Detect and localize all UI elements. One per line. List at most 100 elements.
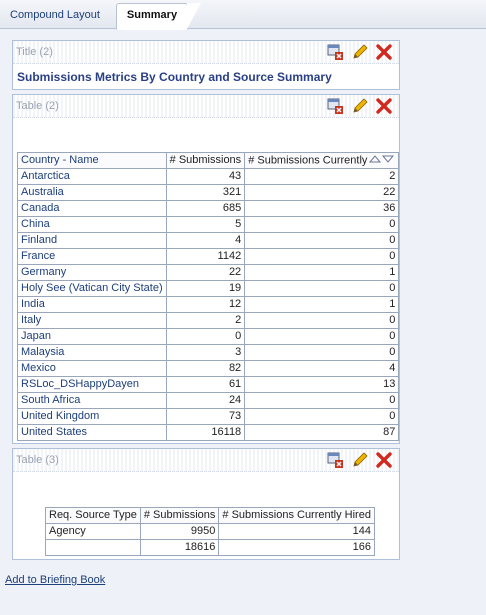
table2-panel-header: Table (2) [13, 95, 399, 118]
submissions-cell: 0 [165, 328, 246, 346]
country-table: Country - Name # Submissions # Submissio… [17, 151, 400, 442]
currently-hired-cell: 1 [244, 296, 400, 314]
delete-x-icon[interactable] [375, 97, 393, 115]
country-name-cell[interactable]: United Kingdom [17, 408, 167, 426]
column-header-submissions[interactable]: # Submissions [165, 151, 246, 170]
submissions-cell: 3 [165, 344, 246, 362]
title-panel-header: Title (2) [13, 41, 399, 64]
column-header-currently-hired[interactable]: # Submissions Currently Hired [218, 507, 375, 524]
table2-panel-label: Table (2) [16, 100, 59, 112]
table-row: 18616 166 [45, 539, 375, 556]
tab-bar: Compound Layout Summary [0, 0, 486, 30]
country-name-cell[interactable]: Malaysia [17, 344, 167, 362]
column-header-label: # Submissions Currently [248, 154, 368, 167]
source-type-cell: Agency [45, 523, 141, 540]
properties-icon[interactable] [327, 451, 345, 469]
submissions-cell: 5 [165, 216, 246, 234]
column-header-country[interactable]: Country - Name [17, 151, 167, 170]
country-name-cell[interactable]: Antarctica [17, 168, 167, 186]
table3-panel-label: Table (3) [16, 454, 59, 466]
properties-icon[interactable] [327, 97, 345, 115]
title-panel-label: Title (2) [16, 46, 53, 58]
country-name-cell[interactable]: Holy See (Vatican City State) [17, 280, 167, 298]
table-row: United Kingdom 73 0 [17, 408, 400, 426]
currently-hired-cell: 0 [244, 280, 400, 298]
currently-hired-cell: 166 [218, 539, 375, 556]
currently-hired-cell: 144 [218, 523, 375, 540]
table3-panel: Table (3) Req. Source Type # Submissions… [12, 448, 400, 560]
table3-panel-header: Table (3) [13, 449, 399, 472]
currently-hired-cell: 36 [244, 200, 400, 218]
currently-hired-cell: 87 [244, 424, 400, 442]
submissions-cell: 4 [165, 232, 246, 250]
currently-hired-cell: 0 [244, 392, 400, 410]
table-row: RSLoc_DSHappyDayen 61 13 [17, 376, 400, 394]
table-row: France 1142 0 [17, 248, 400, 266]
submissions-cell: 321 [165, 184, 246, 202]
country-name-cell[interactable]: Finland [17, 232, 167, 250]
table2-panel: Table (2) Country - Name # Submissions #… [12, 94, 400, 444]
table-row: Germany 22 1 [17, 264, 400, 282]
table-row: China 5 0 [17, 216, 400, 234]
currently-hired-cell: 0 [244, 248, 400, 266]
submissions-cell: 22 [165, 264, 246, 282]
table-row: Holy See (Vatican City State) 19 0 [17, 280, 400, 298]
currently-hired-cell: 0 [244, 312, 400, 330]
table-row: Japan 0 0 [17, 328, 400, 346]
country-name-cell[interactable]: India [17, 296, 167, 314]
column-header-submissions-currently[interactable]: # Submissions Currently [244, 151, 400, 170]
table-row: United States 16118 87 [17, 424, 400, 442]
country-name-cell[interactable]: Australia [17, 184, 167, 202]
country-name-cell[interactable]: France [17, 248, 167, 266]
country-name-cell[interactable]: South Africa [17, 392, 167, 410]
table-row: Canada 685 36 [17, 200, 400, 218]
tab-summary[interactable]: Summary [116, 3, 201, 30]
currently-hired-cell: 0 [244, 408, 400, 426]
currently-hired-cell: 0 [244, 232, 400, 250]
edit-pencil-icon[interactable] [351, 451, 369, 469]
currently-hired-cell: 0 [244, 216, 400, 234]
submissions-cell: 16118 [165, 424, 246, 442]
title-panel: Title (2) Submissions Metrics By Country… [12, 40, 400, 90]
table-row: Agency 9950 144 [45, 523, 375, 540]
country-name-cell[interactable]: Canada [17, 200, 167, 218]
tab-compound-layout[interactable]: Compound Layout [0, 4, 118, 26]
country-name-cell[interactable]: Germany [17, 264, 167, 282]
country-name-cell[interactable]: China [17, 216, 167, 234]
country-name-cell[interactable]: Japan [17, 328, 167, 346]
currently-hired-cell: 4 [244, 360, 400, 378]
add-to-briefing-book-link[interactable]: Add to Briefing Book [5, 574, 105, 586]
table-row: South Africa 24 0 [17, 392, 400, 410]
submissions-cell: 61 [165, 376, 246, 394]
submissions-cell: 19 [165, 280, 246, 298]
submissions-cell: 43 [165, 168, 246, 186]
submissions-cell: 73 [165, 408, 246, 426]
page-title: Submissions Metrics By Country and Sourc… [17, 70, 332, 84]
currently-hired-cell: 2 [244, 168, 400, 186]
table-row: Italy 2 0 [17, 312, 400, 330]
edit-pencil-icon[interactable] [351, 43, 369, 61]
column-header-submissions[interactable]: # Submissions [139, 507, 220, 524]
edit-pencil-icon[interactable] [351, 97, 369, 115]
table-row: Australia 321 22 [17, 184, 400, 202]
currently-hired-cell: 1 [244, 264, 400, 282]
delete-x-icon[interactable] [375, 43, 393, 61]
country-name-cell[interactable]: RSLoc_DSHappyDayen [17, 376, 167, 394]
table-row: Finland 4 0 [17, 232, 400, 250]
submissions-cell: 82 [165, 360, 246, 378]
submissions-cell: 9950 [139, 523, 220, 540]
submissions-cell: 685 [165, 200, 246, 218]
column-header-source-type[interactable]: Req. Source Type [45, 507, 141, 524]
country-name-cell[interactable]: Italy [17, 312, 167, 330]
properties-icon[interactable] [327, 43, 345, 61]
country-name-cell[interactable]: United States [17, 424, 167, 442]
table-row: India 12 1 [17, 296, 400, 314]
sort-arrows-icon[interactable] [369, 153, 395, 168]
source-type-cell [45, 539, 141, 556]
table-row: Antarctica 43 2 [17, 168, 400, 186]
delete-x-icon[interactable] [375, 451, 393, 469]
currently-hired-cell: 0 [244, 328, 400, 346]
table-header-row: Req. Source Type # Submissions # Submiss… [45, 507, 375, 524]
submissions-cell: 18616 [139, 539, 220, 556]
country-name-cell[interactable]: Mexico [17, 360, 167, 378]
